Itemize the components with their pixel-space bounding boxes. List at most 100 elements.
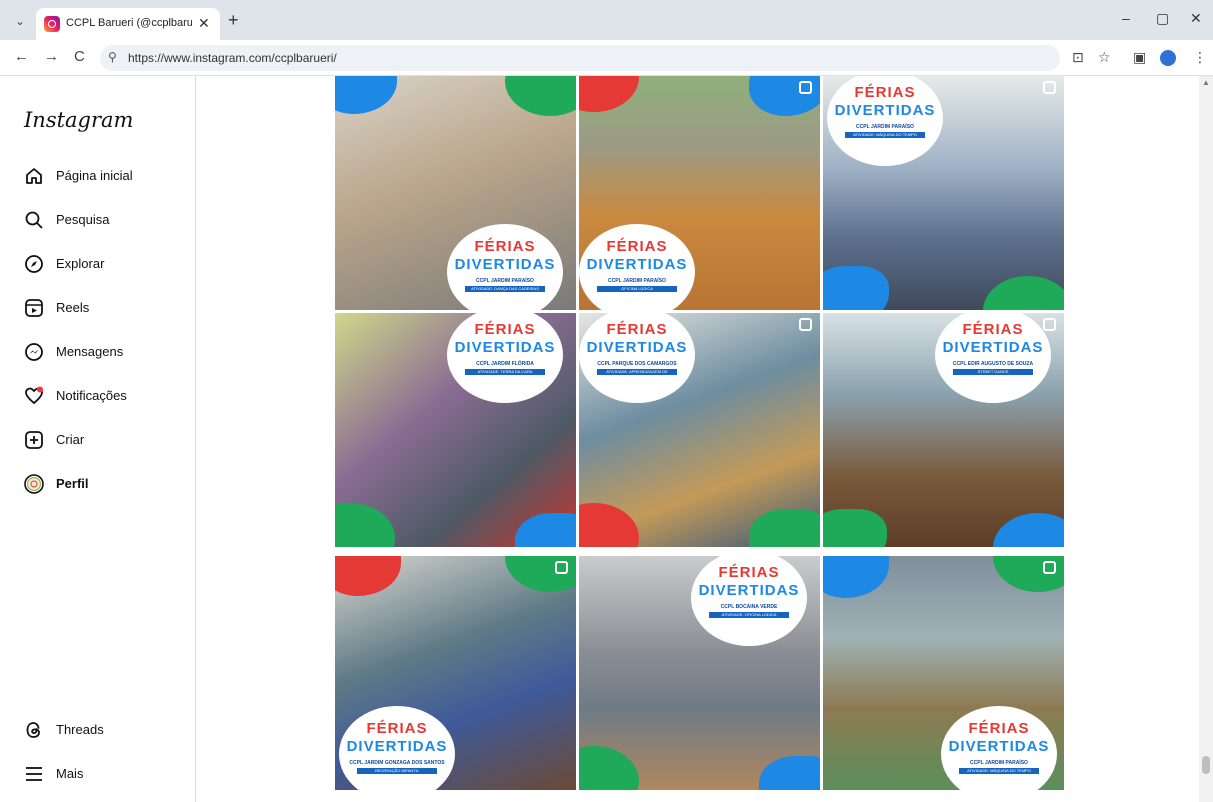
nav-explore[interactable]: Explorar [24, 252, 184, 280]
nav-threads[interactable]: Threads [24, 718, 184, 746]
heart-icon [25, 386, 43, 405]
back-button[interactable]: ← [14, 48, 29, 65]
window-minimize-button[interactable]: – [1122, 10, 1130, 26]
browser-profile-avatar[interactable] [1160, 50, 1176, 66]
browser-tab[interactable]: CCPL Barueri (@ccplbarueri) • I ✕ [36, 8, 220, 40]
reload-button[interactable]: C [74, 48, 85, 65]
nav-reels-label: Reels [56, 300, 90, 315]
post-title-badge: FÉRIAS DIVERTIDAS CCPL JARDIM PARAÍSO AT… [447, 224, 563, 310]
post-title-badge: FÉRIAS DIVERTIDAS CCPL JARDIM PARAÍSO OF… [579, 224, 695, 310]
nav-create-label: Criar [56, 432, 85, 447]
reel-indicator-icon [799, 318, 812, 331]
badge-activity: ATIVIDADE: DANÇA DAS CADEIRAS [465, 286, 545, 292]
nav-home[interactable]: Página inicial [24, 164, 184, 192]
profile-avatar [24, 474, 44, 494]
badge-title-2: DIVERTIDAS [586, 256, 688, 273]
reel-indicator-icon [799, 81, 812, 94]
tab-search-button[interactable]: ⌄ [10, 12, 30, 32]
nav-notifications[interactable]: Notificações [24, 384, 184, 412]
reel-indicator-icon [1043, 81, 1056, 94]
post-tile[interactable]: FÉRIAS DIVERTIDAS CCPL JARDIM GONZAGA DO… [335, 556, 576, 790]
nav-messages[interactable]: Mensagens [24, 340, 184, 368]
post-tile[interactable]: FÉRIAS DIVERTIDAS CCPL JARDIM PARAÍSO AT… [823, 76, 1064, 310]
nav-search-label: Pesquisa [56, 212, 110, 227]
nav-search[interactable]: Pesquisa [24, 208, 184, 236]
bookmark-star-icon[interactable]: ☆ [1098, 49, 1111, 66]
post-tile[interactable]: FÉRIAS DIVERTIDAS CCPL BOCAINA VERDE ATI… [579, 556, 820, 790]
url-text[interactable]: https://www.instagram.com/ccplbarueri/ [128, 51, 337, 65]
nav-more[interactable]: Mais [24, 762, 184, 790]
new-tab-button[interactable]: + [228, 10, 239, 31]
badge-activity: STREET DANCE [953, 369, 1033, 375]
install-app-icon[interactable]: ⊡ [1072, 49, 1084, 66]
badge-title-2: DIVERTIDAS [454, 339, 556, 356]
badge-activity: ATIVIDADE: TERRA DA CARA [465, 369, 545, 375]
badge-title-1: FÉRIAS [962, 321, 1024, 338]
page-scrollbar[interactable]: ▲ [1199, 76, 1213, 802]
badge-unit: CCPL JARDIM GONZAGA DOS SANTOS [349, 760, 445, 766]
menu-icon [26, 767, 42, 781]
decor-blob [823, 509, 887, 547]
badge-unit: CCPL JARDIM PARAÍSO [856, 124, 914, 130]
badge-title-2: DIVERTIDAS [834, 102, 936, 119]
badge-activity: ATIVIDADE: MÁQUINA DO TEMPO [959, 768, 1039, 774]
nav-home-label: Página inicial [56, 168, 133, 183]
messenger-icon [25, 343, 43, 361]
badge-title-1: FÉRIAS [606, 321, 668, 338]
nav-more-label: Mais [56, 766, 84, 781]
badge-title-1: FÉRIAS [854, 84, 916, 101]
address-bar[interactable]: ⚲ https://www.instagram.com/ccplbarueri/ [100, 45, 1060, 71]
nav-explore-label: Explorar [56, 256, 105, 271]
post-tile[interactable]: FÉRIAS DIVERTIDAS CCPL JARDIM FLÓRIDA AT… [335, 313, 576, 547]
nav-profile-label: Perfil [56, 476, 89, 491]
browser-toolbar: ← → C ⚲ https://www.instagram.com/ccplba… [0, 40, 1213, 76]
badge-title-2: DIVERTIDAS [346, 738, 448, 755]
decor-blob [823, 266, 889, 310]
profile-posts-area: FÉRIAS DIVERTIDAS CCPL JARDIM PARAÍSO AT… [197, 76, 1199, 802]
plus-square-icon [25, 431, 43, 449]
badge-title-1: FÉRIAS [968, 720, 1030, 737]
badge-title-1: FÉRIAS [718, 564, 780, 581]
scrollbar-thumb[interactable] [1202, 756, 1210, 774]
instagram-favicon-icon [44, 16, 60, 32]
badge-title-2: DIVERTIDAS [586, 339, 688, 356]
site-info-icon[interactable]: ⚲ [108, 50, 117, 64]
search-icon [25, 211, 43, 229]
badge-activity: OFICINA LÚDICA [597, 286, 677, 292]
tab-title: CCPL Barueri (@ccplbarueri) • I [66, 17, 192, 29]
post-tile[interactable]: FÉRIAS DIVERTIDAS CCPL EDIR AUGUSTO DE S… [823, 313, 1064, 547]
badge-title-1: FÉRIAS [606, 238, 668, 255]
badge-activity: RECREAÇÃO INFANTIL [357, 768, 437, 774]
badge-unit: CCPL JARDIM PARAÍSO [476, 278, 534, 284]
instagram-logo[interactable]: Instagram [24, 108, 133, 132]
post-tile[interactable]: FÉRIAS DIVERTIDAS CCPL JARDIM PARAÍSO AT… [823, 556, 1064, 790]
badge-unit: CCPL JARDIM PARAÍSO [608, 278, 666, 284]
nav-messages-label: Mensagens [56, 344, 124, 359]
nav-reels[interactable]: Reels [24, 296, 184, 324]
window-close-button[interactable]: ✕ [1190, 10, 1202, 27]
badge-unit: CCPL JARDIM FLÓRIDA [476, 361, 534, 367]
side-panel-icon[interactable]: ▣ [1133, 49, 1146, 66]
reels-icon [25, 299, 43, 317]
post-tile[interactable]: FÉRIAS DIVERTIDAS CCPL PARQUE DOS CAMARG… [579, 313, 820, 547]
nav-create[interactable]: Criar [24, 428, 184, 456]
badge-title-1: FÉRIAS [366, 720, 428, 737]
badge-title-1: FÉRIAS [474, 238, 536, 255]
nav-notifications-label: Notificações [56, 388, 127, 403]
browser-menu-icon[interactable]: ⋮ [1193, 49, 1207, 66]
nav-profile[interactable]: Perfil [24, 472, 184, 500]
badge-title-2: DIVERTIDAS [948, 738, 1050, 755]
post-tile[interactable]: FÉRIAS DIVERTIDAS CCPL JARDIM PARAÍSO AT… [335, 76, 576, 310]
badge-activity: ATIVIDADE: MÁQUINA DO TEMPO [845, 132, 925, 138]
post-tile[interactable]: FÉRIAS DIVERTIDAS CCPL JARDIM PARAÍSO OF… [579, 76, 820, 310]
home-icon [26, 168, 42, 184]
forward-button[interactable]: → [44, 48, 59, 65]
badge-activity: ATIVIDADE: APRENDIZAGEM DE ATITUDES [597, 369, 677, 380]
nav-threads-label: Threads [56, 722, 104, 737]
window-maximize-button[interactable]: ▢ [1156, 10, 1169, 27]
badge-title-1: FÉRIAS [474, 321, 536, 338]
tab-close-icon[interactable]: ✕ [198, 15, 210, 32]
badge-activity: ATIVIDADE: OFICINA LÚDICA [709, 612, 789, 618]
scroll-up-arrow-icon[interactable]: ▲ [1202, 78, 1210, 87]
badge-title-2: DIVERTIDAS [454, 256, 556, 273]
